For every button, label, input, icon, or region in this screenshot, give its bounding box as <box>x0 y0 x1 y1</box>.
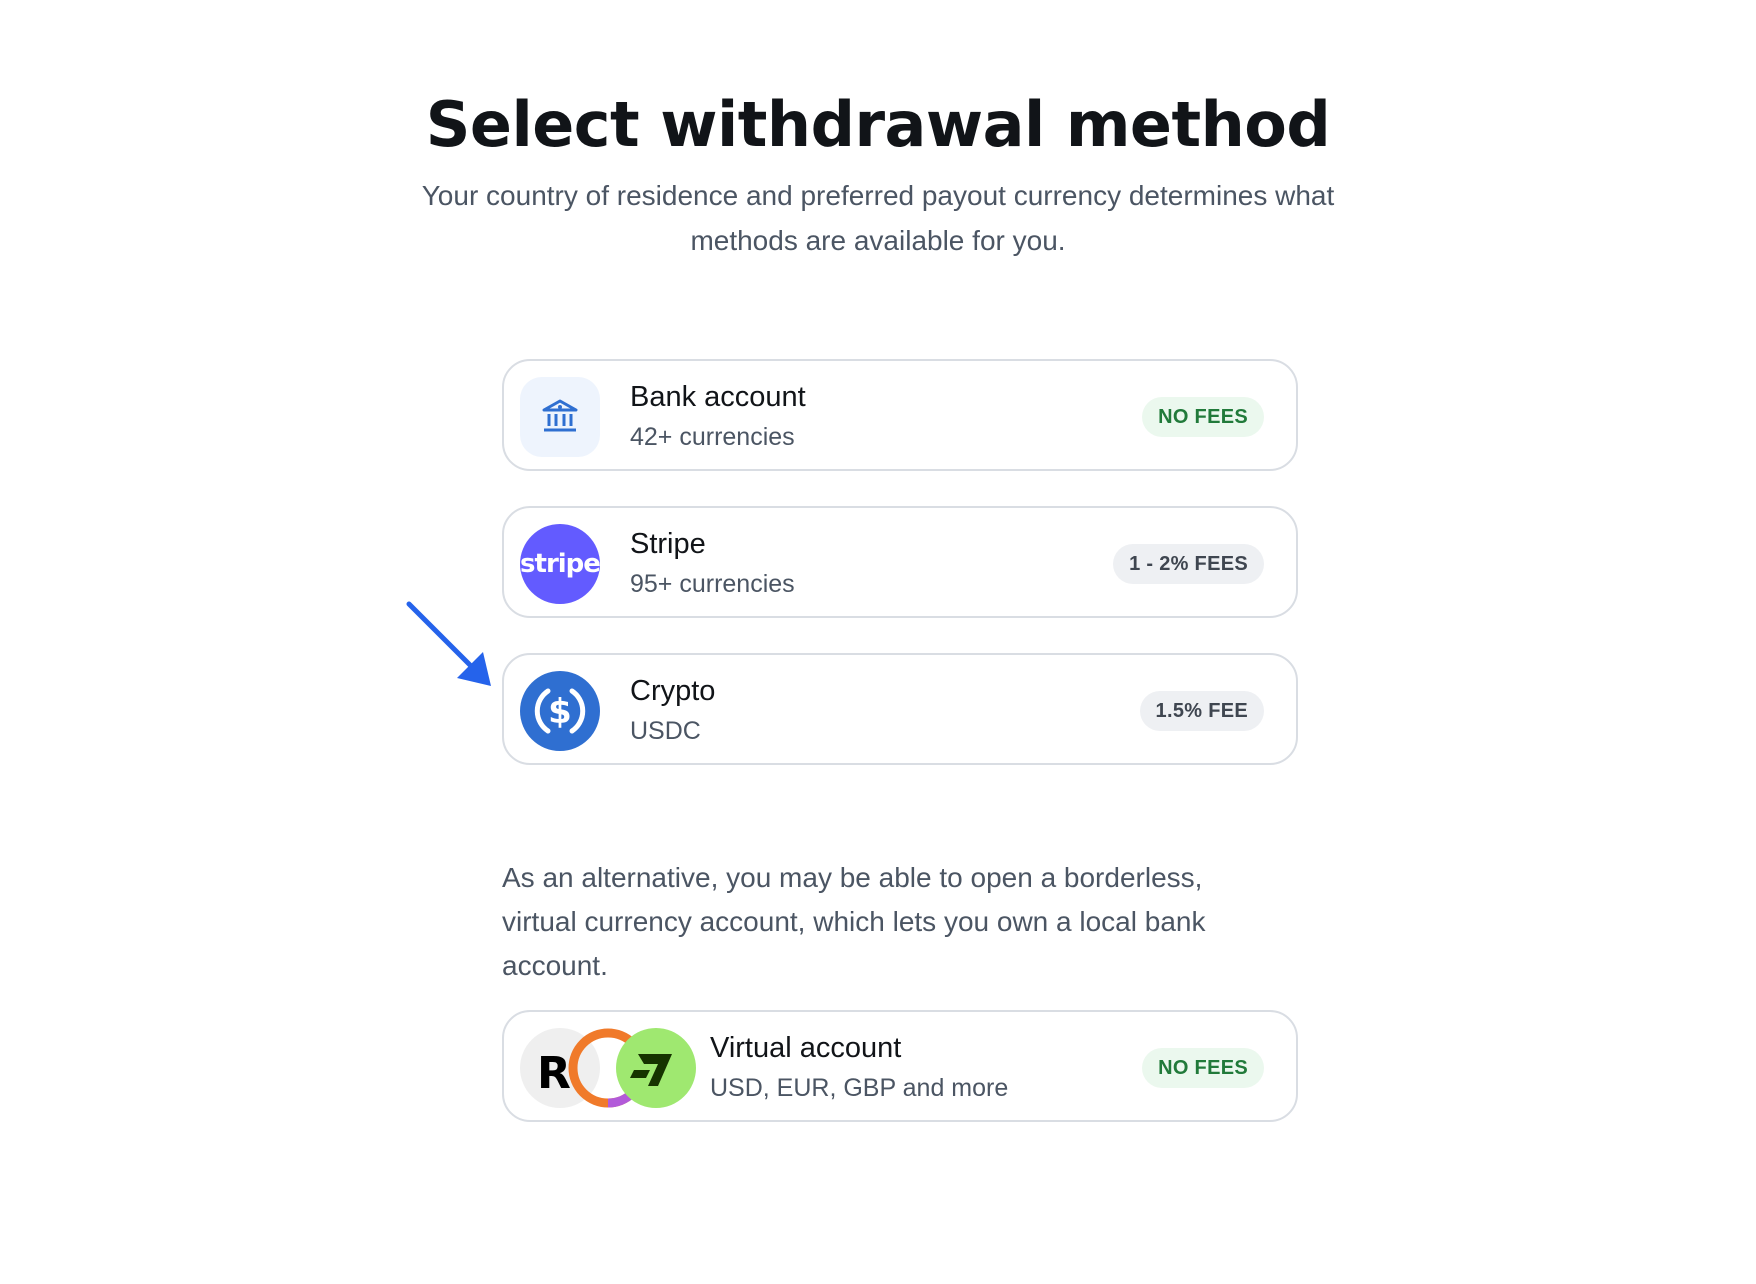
method-card-bank-account[interactable]: Bank account 42+ currencies NO FEES <box>502 359 1298 471</box>
method-card-crypto[interactable]: $ Crypto USDC 1.5% FEE <box>502 653 1298 765</box>
bank-icon <box>520 377 600 457</box>
fee-badge: 1.5% FEE <box>1139 691 1264 731</box>
method-detail: USD, EUR, GBP and more <box>710 1074 1009 1102</box>
withdrawal-method-page: Select withdrawal method Your country of… <box>0 0 1756 1284</box>
fee-badge: NO FEES <box>1142 397 1264 437</box>
method-card-virtual-account[interactable]: R Virtual account USD, EUR, GBP and more… <box>502 1010 1298 1122</box>
method-detail: USDC <box>630 717 701 745</box>
stripe-logo-text: stripe <box>520 549 601 579</box>
wise-logo-icon <box>616 1028 696 1108</box>
method-name: Virtual account <box>710 1032 902 1064</box>
fee-badge: NO FEES <box>1142 1048 1264 1088</box>
method-name: Stripe <box>630 528 706 560</box>
fee-badge: 1 - 2% FEES <box>1113 544 1264 584</box>
svg-text:$: $ <box>548 692 572 732</box>
method-name: Bank account <box>630 381 806 413</box>
method-card-stripe[interactable]: stripe Stripe 95+ currencies 1 - 2% FEES <box>502 506 1298 618</box>
usdc-icon: $ <box>520 671 600 751</box>
method-detail: 95+ currencies <box>630 570 795 598</box>
page-subtitle: Your country of residence and preferred … <box>421 180 1335 256</box>
method-detail: 42+ currencies <box>630 423 795 451</box>
svg-text:R: R <box>537 1048 571 1099</box>
arrow-pointer-icon <box>406 601 491 686</box>
stripe-logo-icon: stripe <box>520 524 601 604</box>
method-name: Crypto <box>630 675 716 707</box>
alternative-description: As an alternative, you may be able to op… <box>502 862 1206 981</box>
page-title: Select withdrawal method <box>425 88 1331 161</box>
virtual-account-logos: R <box>520 1028 700 1108</box>
